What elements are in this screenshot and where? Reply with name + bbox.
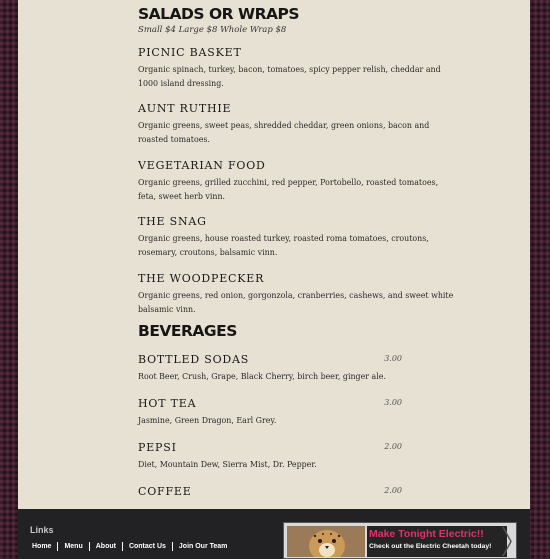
item-name: THE SNAG — [138, 215, 207, 228]
item-price: 2.00 — [384, 486, 402, 495]
menu-item: THE SNAG Organic greens, house roasted t… — [138, 215, 454, 260]
promo-banner[interactable]: Make Tonight Electric!! Check out the El… — [283, 522, 517, 559]
footer-nav: Home Menu About Contact Us Join Our Team — [26, 542, 233, 551]
section-title-salads: SALADS OR WRAPS — [138, 5, 300, 23]
footer-link-home[interactable]: Home — [26, 542, 57, 551]
item-name: BOTTLED SODAS — [138, 353, 250, 366]
item-name: PEPSI — [138, 441, 177, 454]
item-description: Organic greens, red onion, gorgonzola, c… — [138, 291, 454, 314]
item-price: 3.00 — [384, 354, 402, 363]
footer-link-menu[interactable]: Menu — [57, 542, 88, 551]
item-name: PICNIC BASKET — [138, 46, 242, 59]
menu-item: AUNT RUTHIE Organic greens, sweet peas, … — [138, 102, 454, 147]
chevron-right-icon — [502, 526, 512, 557]
item-price: 3.00 — [384, 398, 402, 407]
item-description: Jasmine, Green Dragon, Earl Grey. — [138, 416, 277, 425]
promo-text-panel: Make Tonight Electric!! Check out the El… — [367, 526, 507, 557]
links-heading: Links — [30, 525, 54, 535]
cheetah-image — [287, 526, 365, 557]
item-name: HOT TEA — [138, 397, 197, 410]
promo-title: Make Tonight Electric!! — [369, 528, 484, 540]
item-description: Organic spinach, turkey, bacon, tomatoes… — [138, 65, 441, 88]
promo-subtitle: Check out the Electric Cheetah today! — [369, 543, 492, 550]
footer: Links Home Menu About Contact Us Join Ou… — [18, 509, 530, 559]
item-name: VEGETARIAN FOOD — [138, 159, 266, 172]
item-description: Organic greens, house roasted turkey, ro… — [138, 234, 429, 257]
menu-item: THE WOODPECKER Organic greens, red onion… — [138, 272, 454, 317]
menu-item: BOTTLED SODAS 3.00 Root Beer, Crush, Gra… — [138, 353, 458, 384]
item-name: AUNT RUTHIE — [138, 102, 232, 115]
item-price: 2.00 — [384, 442, 402, 451]
footer-link-about[interactable]: About — [88, 542, 122, 551]
footer-link-contact-us[interactable]: Contact Us — [121, 542, 172, 551]
item-description: Organic greens, grilled zucchini, red pe… — [138, 178, 439, 201]
menu-item: COFFEE 2.00 — [138, 485, 458, 498]
item-name: THE WOODPECKER — [138, 272, 265, 285]
menu-paper: SALADS OR WRAPS Small $4 Large $8 Whole … — [18, 0, 530, 509]
item-name: COFFEE — [138, 485, 192, 498]
item-description: Diet, Mountain Dew, Sierra Mist, Dr. Pep… — [138, 460, 317, 469]
menu-item: HOT TEA 3.00 Jasmine, Green Dragon, Earl… — [138, 397, 458, 428]
section-subtitle-salads: Small $4 Large $8 Whole Wrap $8 — [138, 25, 287, 35]
section-title-beverages: BEVERAGES — [138, 322, 237, 340]
menu-item: PEPSI 2.00 Diet, Mountain Dew, Sierra Mi… — [138, 441, 458, 472]
menu-item: PICNIC BASKET Organic spinach, turkey, b… — [138, 46, 454, 91]
menu-item: VEGETARIAN FOOD Organic greens, grilled … — [138, 159, 454, 204]
item-description: Organic greens, sweet peas, shredded che… — [138, 121, 430, 144]
footer-link-join-our-team[interactable]: Join Our Team — [171, 542, 234, 551]
item-description: Root Beer, Crush, Grape, Black Cherry, b… — [138, 372, 386, 381]
